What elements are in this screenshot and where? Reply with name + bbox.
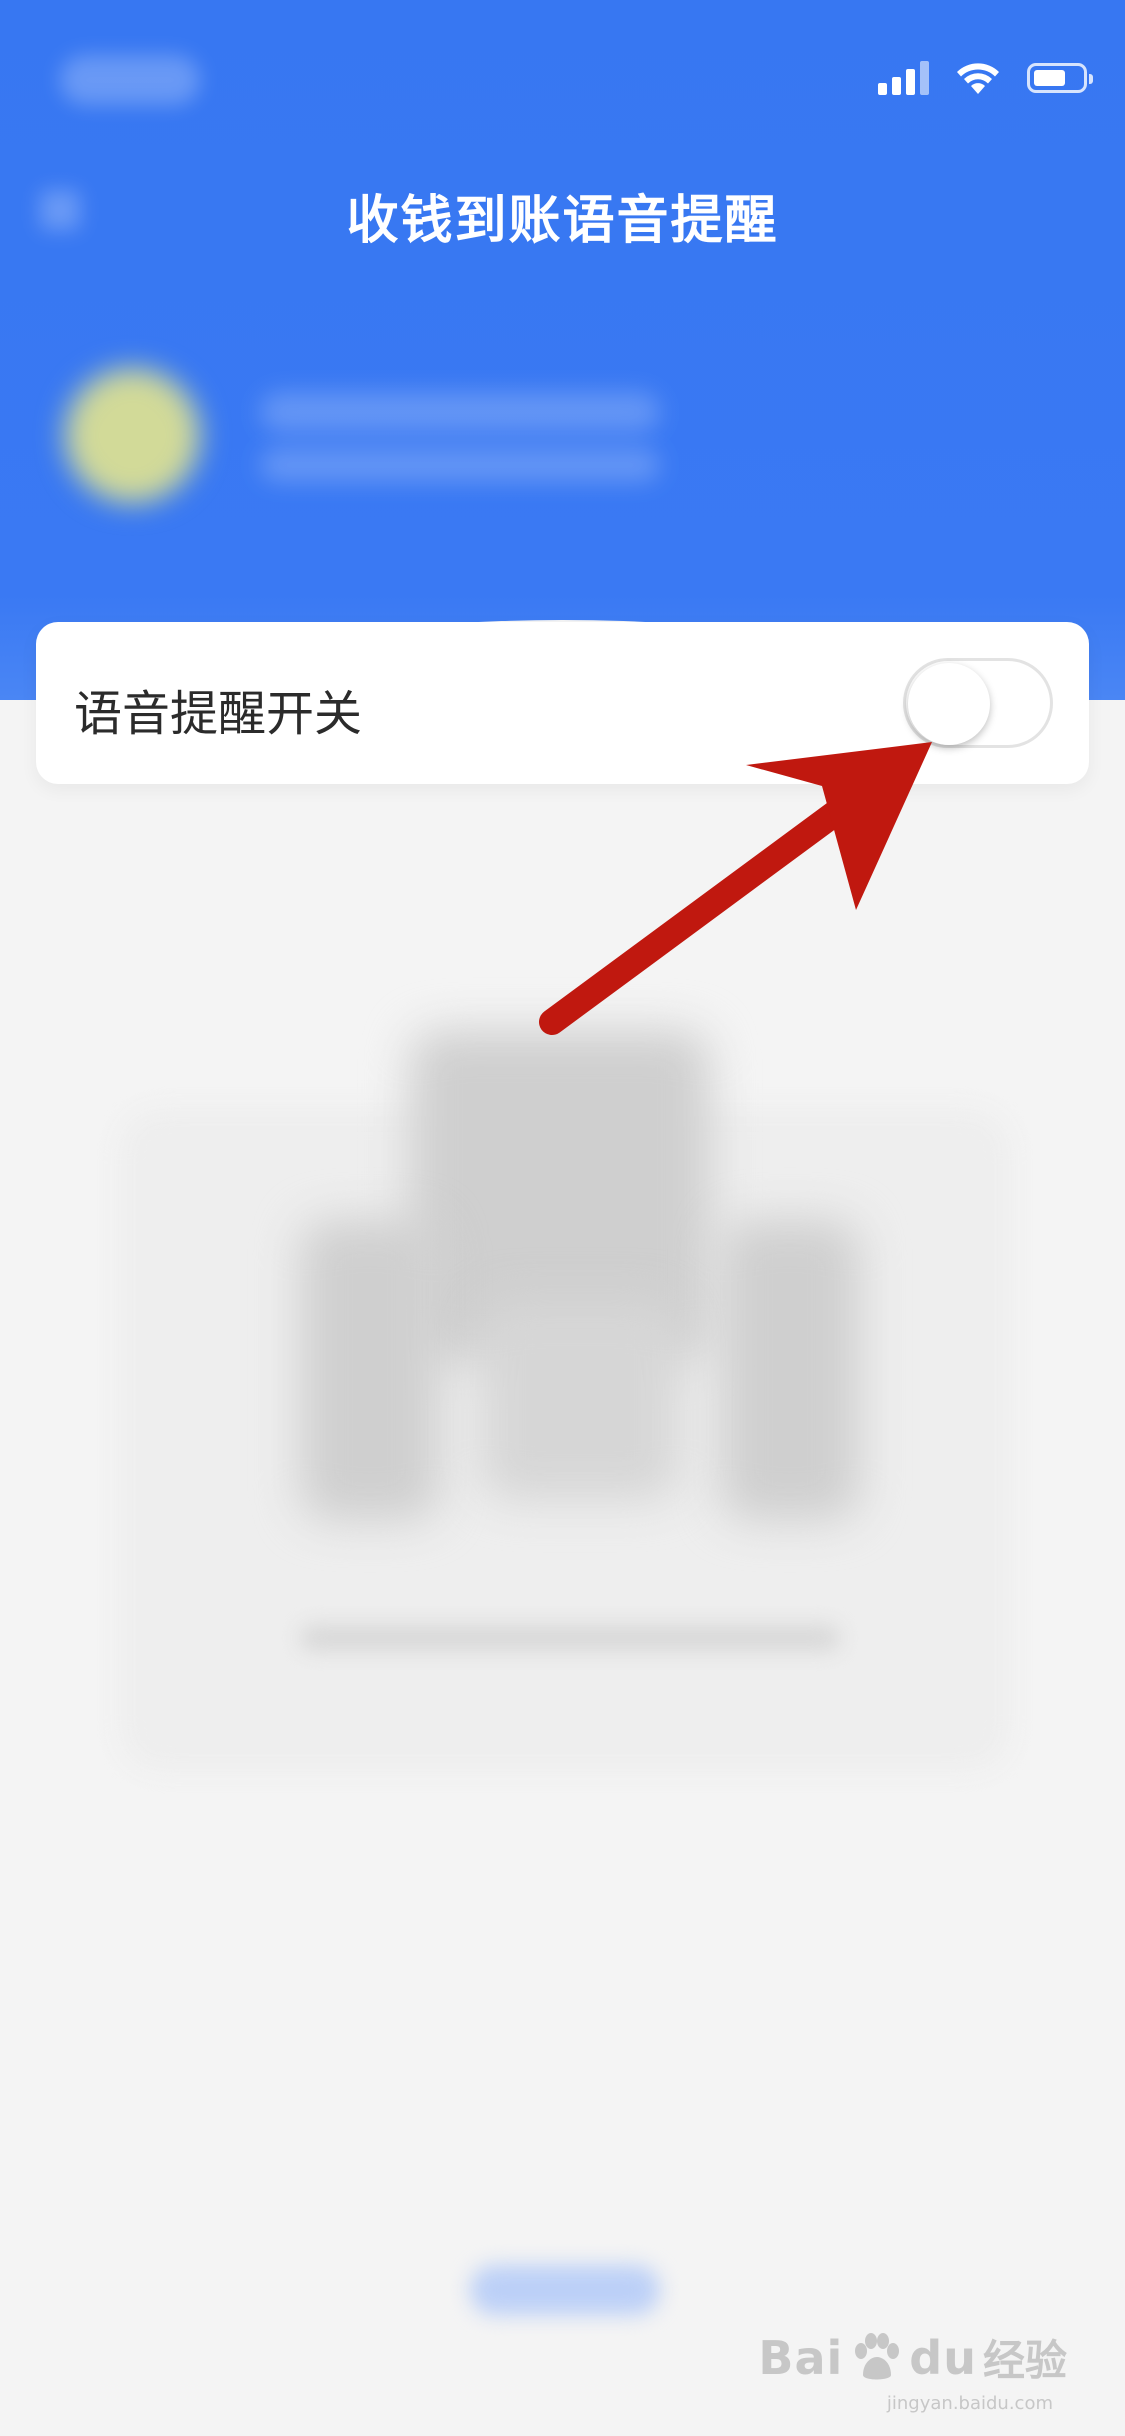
wifi-icon — [957, 63, 999, 94]
page: 收钱到账语音提醒 语音提醒开关 Bai du 经验 jingyan.baidu.… — [0, 0, 1125, 2436]
blurred-illustration-middle — [480, 1300, 680, 1500]
watermark-cn: 经验 — [982, 2336, 1067, 2385]
battery-level — [1034, 70, 1065, 86]
merchant-name-blurred — [260, 392, 660, 432]
voice-switch-card: 语音提醒开关 — [36, 622, 1089, 784]
battery-icon — [1027, 63, 1093, 93]
merchant-avatar-blurred — [65, 368, 200, 503]
blurred-illustration-right — [720, 1220, 860, 1520]
page-title: 收钱到账语音提醒 — [346, 191, 779, 251]
status-time-blurred — [60, 55, 200, 105]
watermark-brand-suffix: du — [909, 2330, 977, 2385]
merchant-info-blurred — [260, 448, 660, 482]
blurred-caption — [300, 1625, 840, 1651]
voice-switch-label: 语音提醒开关 — [74, 686, 363, 742]
paw-icon — [855, 2332, 900, 2379]
toggle-knob — [908, 663, 990, 745]
status-bar-icons — [878, 60, 1093, 96]
blurred-illustration-left — [300, 1220, 440, 1520]
voice-switch-toggle[interactable] — [903, 658, 1053, 748]
watermark-url: jingyan.baidu.com — [886, 2393, 1053, 2414]
watermark-brand: Bai — [758, 2330, 844, 2385]
blurred-action-button[interactable] — [470, 2265, 660, 2315]
signal-icon — [878, 61, 929, 95]
baidu-watermark: Bai du 经验 — [758, 2327, 1067, 2388]
header-background — [0, 0, 1125, 700]
